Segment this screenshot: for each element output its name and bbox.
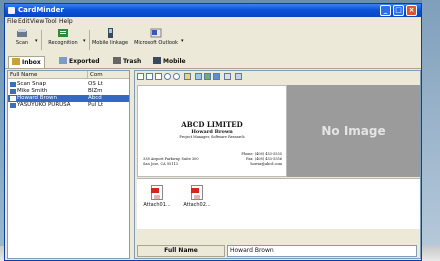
attachment-file[interactable]: Attach01...: [139, 185, 175, 208]
microsoft-outlook-label: Microsoft Outlook: [134, 40, 178, 46]
exported-icon: [59, 57, 67, 64]
scan-dropdown-arrow-icon[interactable]: ▾: [35, 38, 38, 44]
menu-view[interactable]: View: [30, 18, 44, 25]
full-name-label: Full Name: [137, 245, 225, 257]
card-icon: [10, 96, 16, 101]
front-side-icon[interactable]: [204, 73, 211, 80]
card-address-line1: 338 Airport Parkway, Suite 300: [143, 157, 199, 161]
business-card-image: ABCD LIMITED Howard Brown Project Manage…: [137, 85, 287, 177]
recognition-dropdown-arrow-icon[interactable]: ▾: [83, 38, 86, 44]
mobile-icon: [104, 28, 116, 38]
card-list: Full Name Com Scan Snap OS Lt Mike Smith…: [7, 70, 130, 259]
attachment-file[interactable]: Attach02...: [179, 185, 215, 208]
mobile-linkage-button[interactable]: Mobile linkage: [91, 28, 129, 46]
inbox-icon: [12, 58, 20, 65]
tab-trash[interactable]: Trash: [113, 56, 141, 67]
minimize-button[interactable]: _: [380, 5, 391, 16]
fit-icon[interactable]: [155, 73, 162, 80]
maximize-button[interactable]: □: [393, 5, 404, 16]
toolbar: Scan ▾ Recognition ▾ Mobile linkage Micr…: [5, 26, 421, 55]
menu-edit[interactable]: Edit: [18, 18, 30, 25]
card-email: howar@abcd.com: [250, 162, 282, 166]
rotate-icon[interactable]: [184, 73, 191, 80]
list-item[interactable]: Mike Smith BIZm: [8, 88, 129, 95]
full-name-field-row: Full Name Howard Brown: [137, 245, 420, 257]
zoom-out-icon[interactable]: [173, 73, 180, 80]
mobile-tab-icon: [153, 57, 161, 64]
microsoft-outlook-button[interactable]: Microsoft Outlook: [133, 28, 179, 46]
toolbar-separator: [89, 30, 90, 50]
window-title: CardMinder: [18, 6, 64, 14]
back-side-icon[interactable]: [213, 73, 220, 80]
scan-label: Scan: [15, 40, 29, 46]
attachments-area: Attach01... Attach02...: [137, 178, 420, 229]
pdf-file-icon: [151, 185, 163, 200]
menu-file[interactable]: File: [7, 18, 17, 25]
recognition-icon: [57, 28, 69, 38]
scan-button[interactable]: Scan: [11, 28, 33, 46]
menu-tool[interactable]: Tool: [45, 18, 57, 25]
cardminder-window: CardMinder _ □ × File Edit View Tool Hel…: [4, 3, 422, 261]
page-icon[interactable]: [137, 73, 144, 80]
grid-icon[interactable]: [224, 73, 231, 80]
title-bar[interactable]: CardMinder _ □ ×: [5, 4, 421, 17]
close-button[interactable]: ×: [406, 5, 417, 16]
outlook-icon: [150, 28, 162, 38]
tab-mobile[interactable]: Mobile: [153, 56, 186, 67]
card-address-line2: San Jose, CA 95113: [143, 162, 178, 166]
zoom-in-icon[interactable]: [164, 73, 171, 80]
attachment-name: Attach02...: [183, 202, 211, 208]
toolbar-separator: [41, 30, 42, 50]
list-item[interactable]: YASUYUKO PURUSA Pul Lt: [8, 102, 129, 109]
list-item[interactable]: Scan Snap OS Lt: [8, 81, 129, 88]
card-phone: Phone: (408) 453-5555: [241, 152, 282, 156]
app-icon: [8, 7, 15, 14]
menu-help[interactable]: Help: [59, 18, 73, 25]
card-role: Project Manager, Software Research: [179, 135, 245, 139]
image-icon[interactable]: [195, 73, 202, 80]
export-icon[interactable]: [235, 73, 242, 80]
full-name-input[interactable]: Howard Brown: [227, 245, 417, 257]
list-item-selected[interactable]: Howard Brown Abcd: [8, 95, 129, 102]
scanner-icon: [16, 28, 28, 38]
tab-inbox[interactable]: Inbox: [8, 56, 45, 68]
outlook-dropdown-arrow-icon[interactable]: ▾: [181, 38, 184, 44]
card-icon: [10, 89, 16, 94]
folder-tabs: Inbox Exported Trash Mobile: [5, 54, 421, 69]
mobile-linkage-label: Mobile linkage: [91, 40, 129, 46]
trash-icon: [113, 57, 121, 64]
card-icon: [10, 82, 16, 87]
copy-icon[interactable]: [146, 73, 153, 80]
tab-exported[interactable]: Exported: [59, 56, 100, 67]
attachment-name: Attach01...: [143, 202, 171, 208]
card-viewer: ABCD LIMITED Howard Brown Project Manage…: [134, 70, 421, 259]
pdf-file-icon: [191, 185, 203, 200]
card-icon: [10, 103, 16, 108]
recognition-label: Recognition: [48, 40, 78, 46]
recognition-button[interactable]: Recognition: [45, 28, 81, 46]
column-header-company[interactable]: Com: [88, 71, 129, 79]
column-header-full-name[interactable]: Full Name: [8, 71, 88, 79]
card-company: ABCD LIMITED: [181, 120, 243, 129]
card-fax: Fax: (408) 453-5556: [246, 157, 282, 161]
desktop-background-right: [422, 0, 440, 261]
menu-bar: File Edit View Tool Help: [5, 17, 421, 26]
back-side-placeholder: No Image: [287, 85, 420, 177]
